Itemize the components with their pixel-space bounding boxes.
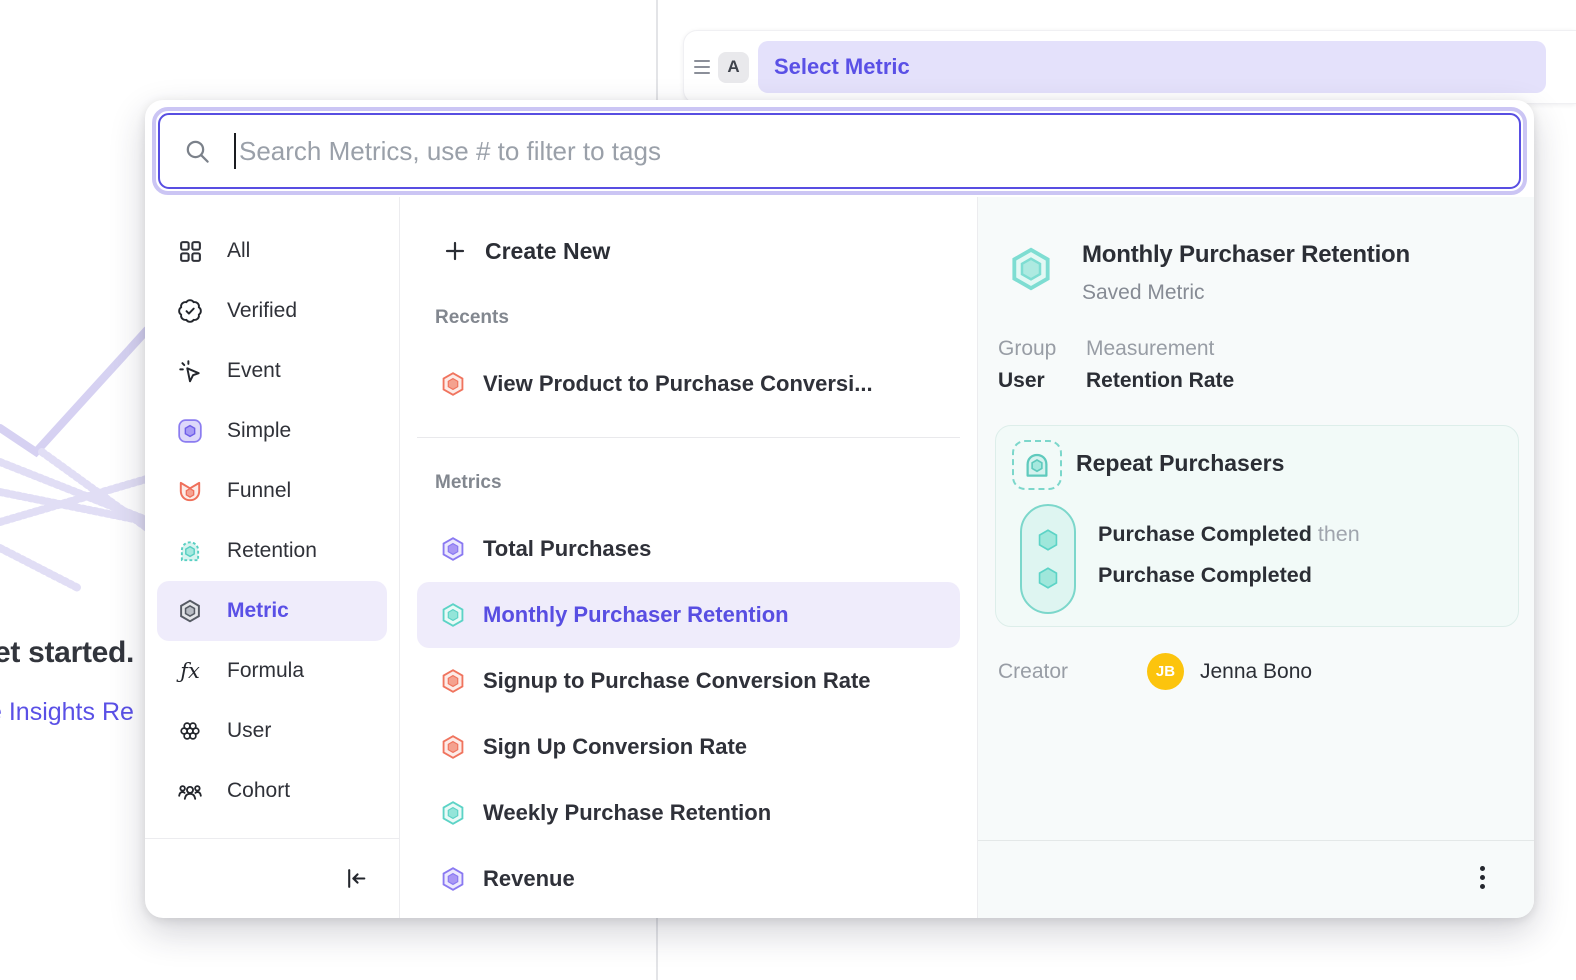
metric-list-item[interactable]: Sign Up Conversion Rate <box>400 714 977 780</box>
metric-list-item[interactable]: Revenue <box>400 846 977 912</box>
purple-metric-hexagon-icon <box>440 536 466 562</box>
metric-picker-modal: All Verified <box>145 100 1534 918</box>
sidebar-item-label: Event <box>227 359 281 383</box>
measurement-label: Measurement <box>1086 337 1214 361</box>
formula-fx-icon: ƒx <box>177 658 203 684</box>
sidebar-item-label: Metric <box>227 599 289 623</box>
search-icon <box>184 138 211 165</box>
step-hexagon-icon <box>1035 565 1061 591</box>
purple-metric-hexagon-icon <box>440 866 466 892</box>
plus-icon <box>443 239 467 263</box>
event-cursor-icon <box>177 358 203 384</box>
text-cursor <box>234 133 236 169</box>
metric-item-label: Sign Up Conversion Rate <box>483 734 747 760</box>
search-input[interactable] <box>239 136 1495 167</box>
sidebar-item-label: Retention <box>227 539 317 563</box>
sidebar-item-simple[interactable]: Simple <box>145 401 399 461</box>
definition-title: Repeat Purchasers <box>1076 450 1284 477</box>
teal-metric-hexagon-icon <box>440 602 466 628</box>
measurement-value: Retention Rate <box>1086 369 1234 393</box>
sidebar-item-label: Cohort <box>227 779 290 803</box>
recents-section-label: Recents <box>435 307 977 331</box>
select-metric-button[interactable]: Select Metric <box>758 41 1546 93</box>
sidebar-item-funnel[interactable]: Funnel <box>145 461 399 521</box>
metric-item-label: Total Purchases <box>483 536 651 562</box>
query-letter-badge[interactable]: A <box>718 52 749 83</box>
metric-list-panel: Create New Recents View Product to Purch… <box>400 197 978 918</box>
metric-list-item-selected[interactable]: Monthly Purchaser Retention <box>417 582 960 648</box>
metric-list-item[interactable]: Weekly Purchase Retention <box>400 780 977 846</box>
simple-metric-icon <box>177 418 203 444</box>
creator-name: Jenna Bono <box>1200 660 1312 684</box>
more-options-kebab-icon[interactable] <box>1468 859 1496 895</box>
metric-list-item[interactable]: Signup to Purchase Conversion Rate <box>400 648 977 714</box>
search-bar <box>152 107 1527 195</box>
funnel-metric-hexagon-icon <box>440 371 466 397</box>
sidebar-item-cohort[interactable]: Cohort <box>145 761 399 821</box>
cohort-people-icon <box>177 778 203 804</box>
group-value: User <box>998 369 1045 393</box>
sidebar-footer <box>145 838 399 918</box>
recent-item-label: View Product to Purchase Conversi... <box>483 371 873 397</box>
sidebar-item-label: Simple <box>227 419 291 443</box>
detail-title: Monthly Purchaser Retention <box>1082 241 1410 269</box>
metrics-section-label: Metrics <box>435 472 977 496</box>
insights-report-link-fragment[interactable]: e Insights Re <box>0 698 134 727</box>
retention-definition-icon <box>1012 440 1062 490</box>
drag-handle-icon[interactable] <box>694 60 710 74</box>
sidebar-item-retention[interactable]: Retention <box>145 521 399 581</box>
detail-subtitle: Saved Metric <box>1082 281 1205 305</box>
sidebar-item-user[interactable]: User <box>145 701 399 761</box>
sidebar-item-label: All <box>227 239 250 263</box>
create-new-label: Create New <box>485 238 610 265</box>
create-new-button[interactable]: Create New <box>400 221 977 281</box>
metric-item-label: Revenue <box>483 866 575 892</box>
coral-metric-hexagon-icon <box>440 734 466 760</box>
metric-hexagon-icon <box>177 598 203 624</box>
list-divider <box>417 437 960 438</box>
recent-item[interactable]: View Product to Purchase Conversi... <box>400 351 977 417</box>
funnel-steps-capsule <box>1020 504 1076 614</box>
step-hexagon-icon <box>1035 527 1061 553</box>
sidebar-item-metric[interactable]: Metric <box>157 581 387 641</box>
collapse-sidebar-icon[interactable] <box>344 866 369 891</box>
step1-event-name: Purchase Completed <box>1098 522 1312 546</box>
sidebar-item-label: Formula <box>227 659 304 683</box>
funnel-icon <box>177 478 203 504</box>
query-row-card: A Select Metric <box>683 30 1576 104</box>
search-box[interactable] <box>158 113 1521 189</box>
metric-detail-panel: Monthly Purchaser Retention Saved Metric… <box>978 197 1534 918</box>
metric-item-label: Monthly Purchaser Retention <box>483 602 789 628</box>
creator-label: Creator <box>998 660 1068 684</box>
retention-icon <box>177 538 203 564</box>
sidebar-item-all[interactable]: All <box>145 221 399 281</box>
definition-card: Repeat Purchasers Purchase Completed the… <box>995 425 1519 627</box>
creator-avatar[interactable]: JB <box>1147 653 1184 690</box>
metric-item-label: Signup to Purchase Conversion Rate <box>483 668 871 694</box>
teal-metric-hexagon-icon <box>440 800 466 826</box>
filter-sidebar: All Verified <box>145 197 400 918</box>
sidebar-item-formula[interactable]: ƒx Formula <box>145 641 399 701</box>
verified-badge-icon <box>177 298 203 324</box>
sidebar-item-label: Funnel <box>227 479 291 503</box>
saved-metric-hexagon-icon <box>1008 245 1054 293</box>
detail-footer-divider <box>978 840 1534 841</box>
sidebar-item-label: Verified <box>227 299 297 323</box>
user-cluster-icon <box>177 718 203 744</box>
metric-item-label: Weekly Purchase Retention <box>483 800 771 826</box>
step-connector: then <box>1318 522 1360 546</box>
coral-metric-hexagon-icon <box>440 668 466 694</box>
grid-icon <box>177 238 203 264</box>
metric-list-item[interactable]: Total Purchases <box>400 516 977 582</box>
sidebar-item-label: User <box>227 719 271 743</box>
sidebar-item-event[interactable]: Event <box>145 341 399 401</box>
sidebar-item-verified[interactable]: Verified <box>145 281 399 341</box>
background-headline-fragment: et started. <box>0 636 134 670</box>
definition-step-1: Purchase Completed then <box>1098 522 1360 547</box>
app-canvas: et started. e Insights Re A Select Metri… <box>0 0 1576 980</box>
definition-step-2: Purchase Completed <box>1098 563 1312 588</box>
group-label: Group <box>998 337 1056 361</box>
